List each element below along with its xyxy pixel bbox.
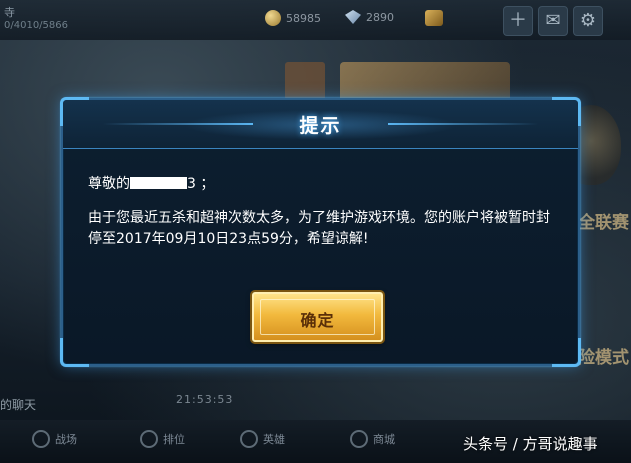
add-friend-button[interactable]: ＋ xyxy=(503,6,533,36)
activity-tab[interactable] xyxy=(285,62,325,100)
ban-message: 由于您最近五杀和超神次数太多，为了维护游戏环境。您的账户将被暂时封停至2017年… xyxy=(88,210,550,247)
player-name: 寺 xyxy=(4,6,15,19)
mail-button[interactable]: ✉ xyxy=(538,6,568,36)
nav-item-label: 战场 xyxy=(55,433,77,446)
greeting-prefix: 尊敬的 xyxy=(88,176,130,192)
nav-item-battle[interactable]: 战场 xyxy=(32,430,77,448)
ranked-icon xyxy=(140,430,158,448)
confirm-button[interactable]: 确定 xyxy=(252,292,383,342)
dialog-header: 提示 xyxy=(63,100,578,149)
gold-coin-icon xyxy=(265,10,281,26)
ticket-icon xyxy=(425,10,443,26)
ticket-counter xyxy=(425,10,443,26)
gold-coin-amount: 58985 xyxy=(286,11,321,25)
nav-item-ranked[interactable]: 排位 xyxy=(140,430,185,448)
greeting-line: 尊敬的 3 ； xyxy=(88,173,214,193)
player-id: 0/4010/5866 xyxy=(4,20,68,31)
diamond-counter: 2890 xyxy=(345,10,394,24)
side-label-adventure[interactable]: 险模式 xyxy=(578,343,629,368)
greeting-suffix: 3 ； xyxy=(187,176,215,192)
battle-icon xyxy=(32,430,50,448)
chat-time: 21:53:53 xyxy=(176,393,234,406)
dialog-corner-ornament xyxy=(60,338,89,367)
notice-dialog: 提示 尊敬的 3 ； 由于您最近五杀和超神次数太多，为了维护游戏环境。您的账户将被… xyxy=(60,97,581,367)
confirm-button-label: 确定 xyxy=(300,311,335,330)
diamond-amount: 2890 xyxy=(366,10,394,24)
settings-button[interactable]: ⚙ xyxy=(573,6,603,36)
shop-icon xyxy=(350,430,368,448)
diamond-icon xyxy=(345,10,361,24)
dialog-title: 提示 xyxy=(299,115,342,137)
watermark: 头条号 / 方哥说趣事 xyxy=(463,435,598,453)
dialog-corner-ornament xyxy=(552,338,581,367)
nav-item-label: 英雄 xyxy=(263,433,285,446)
nav-item-shop[interactable]: 商城 xyxy=(350,430,395,448)
hero-icon xyxy=(240,430,258,448)
redacted-username xyxy=(130,177,187,189)
side-label-league[interactable]: 全联赛 xyxy=(578,208,629,233)
nav-item-label: 商城 xyxy=(373,433,395,446)
nav-item-heroes[interactable]: 英雄 xyxy=(240,430,285,448)
gold-coin-counter: 58985 xyxy=(265,10,321,26)
nav-item-label: 排位 xyxy=(163,433,185,446)
chat-label[interactable]: 的聊天 xyxy=(0,396,36,413)
